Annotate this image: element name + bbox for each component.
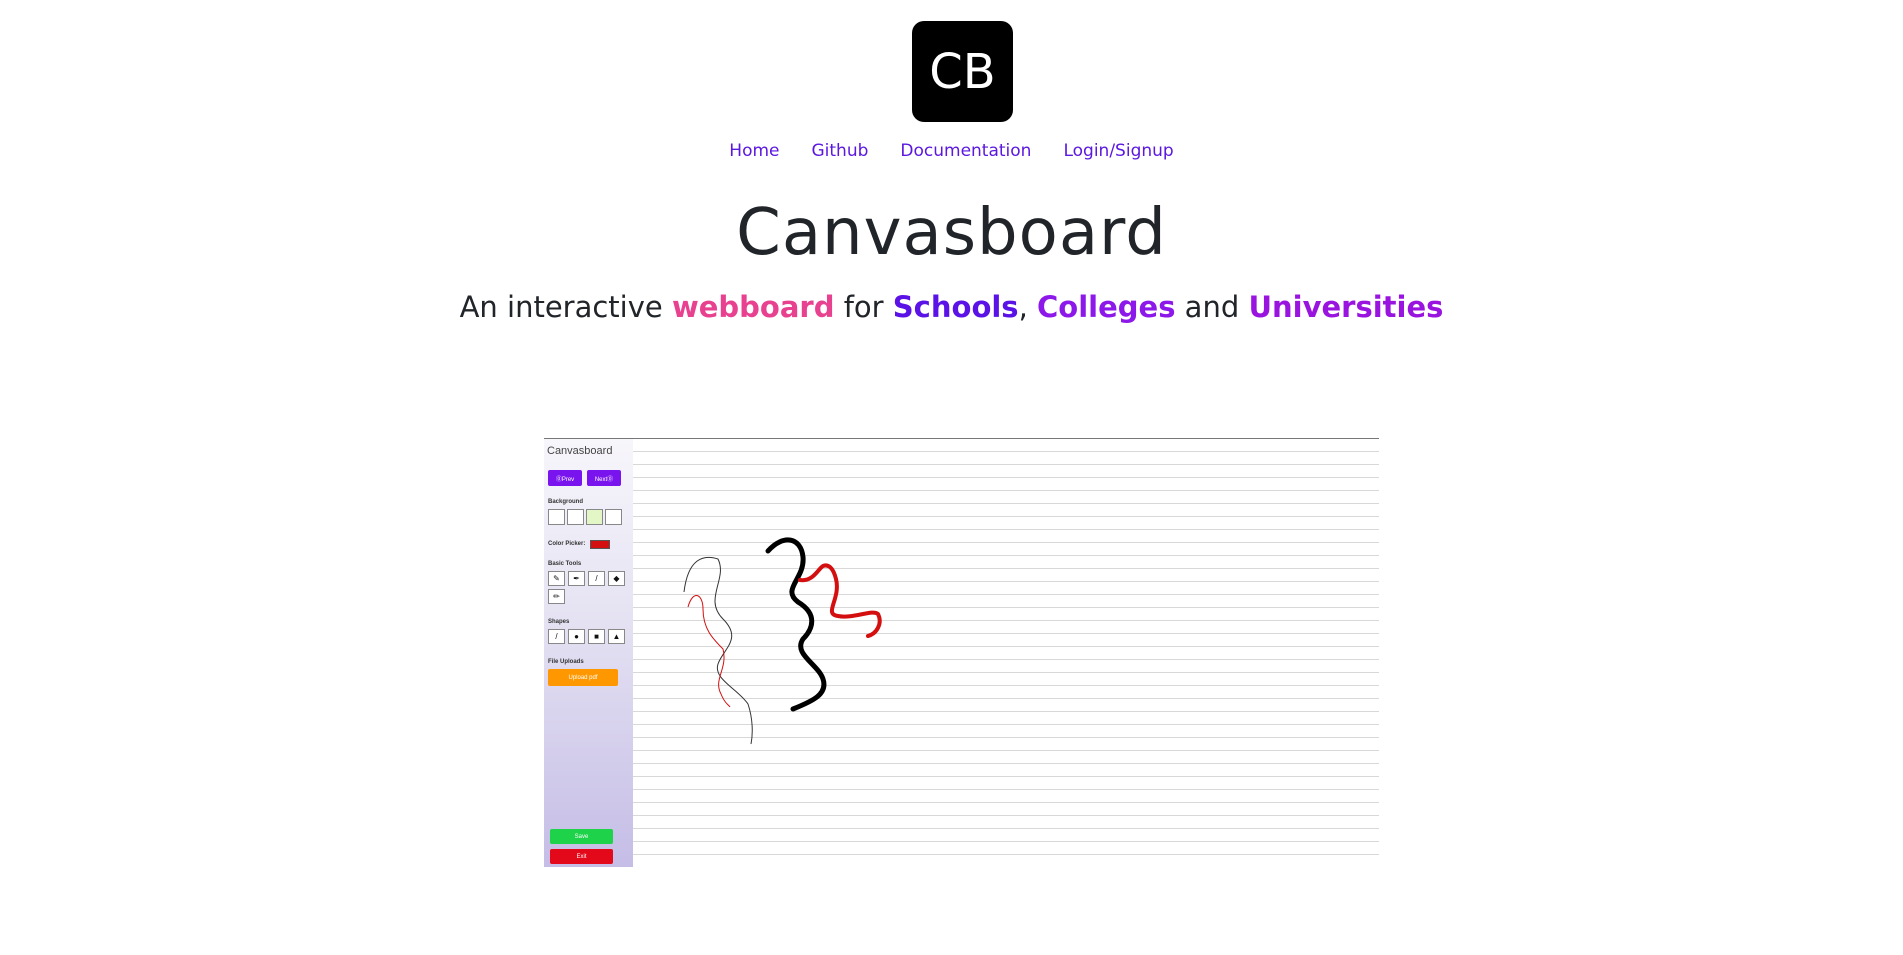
drawing-strokes <box>683 537 882 745</box>
file-uploads-label: File Uploads <box>548 659 584 665</box>
triangle-icon: ▲ <box>608 629 625 644</box>
line-icon: / <box>548 629 565 644</box>
shape-tools: / ● ■ ▲ <box>548 629 632 644</box>
drawing-board <box>633 439 1379 855</box>
nav-github-link[interactable]: Github <box>812 141 869 161</box>
basic-tools: ✎ ✒ / ◆ ✏ <box>548 571 632 604</box>
shapes-label: Shapes <box>548 619 570 625</box>
upload-pdf-button: Upload pdf <box>548 669 618 686</box>
save-button: Save <box>550 829 613 844</box>
thick-black-stroke <box>765 537 827 712</box>
subtitle-text-3: and <box>1175 290 1249 324</box>
subtitle-schools: Schools <box>892 290 1019 324</box>
nav-documentation-link[interactable]: Documentation <box>900 141 1031 161</box>
subtitle-colleges: Colleges <box>1037 290 1176 324</box>
background-tile-blank <box>605 509 622 525</box>
nav-login-signup-link[interactable]: Login/Signup <box>1063 141 1173 161</box>
nav-home-link[interactable]: Home <box>729 141 779 161</box>
subtitle-comma: , <box>1018 290 1028 324</box>
pen-icon: / <box>588 571 605 586</box>
marker-icon: ✒ <box>568 571 585 586</box>
page-title: Canvasboard <box>736 196 1167 270</box>
subtitle-text-2: for <box>834 290 893 324</box>
thin-black-stroke <box>683 556 753 745</box>
app-screenshot: Canvasboard ⓪Prev Next⓪ Background Color… <box>544 438 1379 867</box>
next-button: Next⓪ <box>587 470 621 486</box>
main-nav: Home Github Documentation Login/Signup <box>0 141 1903 161</box>
color-picker-label: Color Picker: <box>548 541 586 547</box>
background-tile-plain <box>567 509 584 525</box>
exit-button: Exit <box>550 849 613 864</box>
background-tile-lined <box>548 509 565 525</box>
subtitle-webboard: webboard <box>671 290 835 324</box>
pencil-icon: ✎ <box>548 571 565 586</box>
basic-tools-label: Basic Tools <box>548 561 582 567</box>
background-tiles <box>548 509 622 525</box>
thin-red-stroke <box>687 595 731 708</box>
highlighter-icon: ✏ <box>548 589 565 604</box>
background-tile-grid <box>586 509 603 525</box>
screenshot-app-title: Canvasboard <box>547 445 613 457</box>
prev-button: ⓪Prev <box>548 470 582 486</box>
logo-text: CB <box>929 43 996 100</box>
background-label: Background <box>548 499 584 505</box>
square-icon: ■ <box>588 629 605 644</box>
color-swatch <box>590 540 610 549</box>
circle-icon: ● <box>568 629 585 644</box>
eraser-icon: ◆ <box>608 571 625 586</box>
logo[interactable]: CB <box>912 21 1013 122</box>
subtitle-universities: Universities <box>1248 290 1444 324</box>
screenshot-sidebar: Canvasboard ⓪Prev Next⓪ Background Color… <box>544 439 633 867</box>
subtitle-text-1: An interactive <box>459 290 672 324</box>
page-subtitle: An interactive webboard for Schools, Col… <box>0 290 1903 324</box>
